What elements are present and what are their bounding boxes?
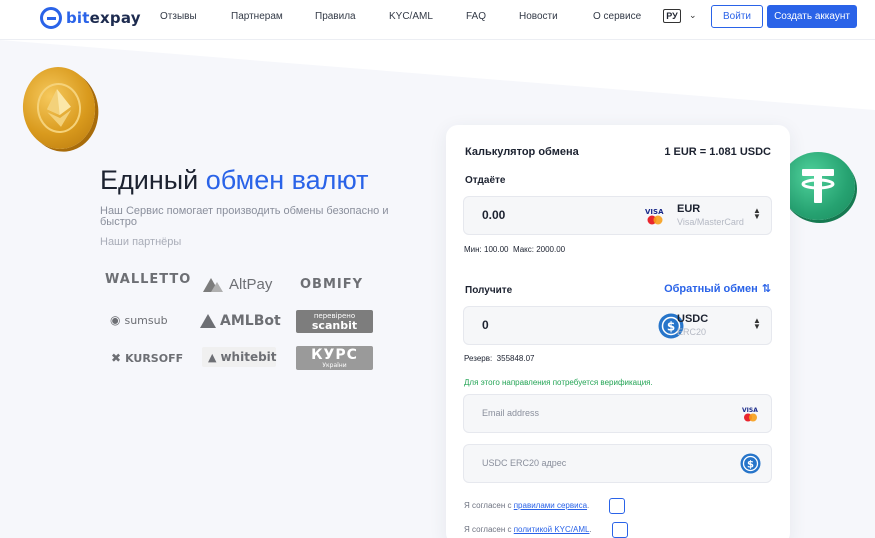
- get-field: 0 $ USDC ERC20 ▲ ▼: [463, 306, 772, 345]
- reserve-info: Резерв: 355848.07: [464, 354, 535, 363]
- give-amount-input[interactable]: 0.00: [482, 208, 505, 222]
- give-currency-code: EUR: [677, 203, 701, 215]
- email-field[interactable]: Email address VISA: [463, 394, 772, 433]
- visa-mastercard-icon: VISA: [645, 208, 664, 225]
- partner-kursoff-logo: ✖ KURSOFF: [111, 351, 184, 365]
- select-arrows-icon: ▲ ▼: [753, 206, 761, 221]
- partner-whitebit-logo: ▲ whitebit: [202, 347, 277, 367]
- nav-about[interactable]: О сервисе: [593, 11, 641, 22]
- hero-title: Единый обмен валют: [100, 165, 369, 195]
- sumsub-icon: ◉: [110, 313, 121, 327]
- top-navbar: bitexpay Отзывы Партнерам Правила KYC/AM…: [0, 0, 875, 40]
- partner-obmify-logo: OBMIFY: [300, 277, 364, 292]
- partners-title: Наши партнёры: [100, 236, 182, 248]
- get-currency-sub: ERC20: [677, 327, 707, 337]
- get-currency-code: USDC: [677, 313, 709, 325]
- agree-kyc-checkbox[interactable]: [612, 522, 628, 538]
- nav-news[interactable]: Новости: [519, 11, 558, 22]
- agree-kyc-text: Я согласен с политикой KYC/AML.: [464, 525, 592, 534]
- kursoff-icon: ✖: [111, 351, 122, 365]
- agree-rules-text: Я согласен с правилами сервиса.: [464, 501, 590, 510]
- tether-coin-icon: [781, 152, 855, 220]
- rules-link[interactable]: правилами сервиса: [514, 501, 587, 510]
- partner-altpay-logo: AltPay: [203, 276, 272, 293]
- svg-text:$: $: [747, 460, 754, 471]
- hero-subtitle: Наш Сервис помогает производить обмены б…: [100, 205, 389, 228]
- reverse-exchange-button[interactable]: Обратный обмен ⇅: [664, 282, 771, 296]
- chevron-down-icon[interactable]: ⌄: [689, 10, 697, 21]
- svg-text:$: $: [667, 320, 675, 334]
- login-button[interactable]: Войти: [711, 5, 763, 28]
- nav-reviews[interactable]: Отзывы: [160, 11, 197, 22]
- logo[interactable]: bitexpay: [40, 7, 141, 29]
- partner-amlbot-logo: AMLBot: [200, 313, 281, 329]
- give-label: Отдаёте: [465, 175, 506, 186]
- create-account-button[interactable]: Создать аккаунт: [767, 5, 857, 28]
- svg-text:VISA: VISA: [645, 208, 664, 216]
- min-max-limits: Мин: 100.00 Макс: 2000.00: [464, 245, 566, 254]
- partner-kurs-ukrainy-badge: КУРС України: [296, 346, 373, 370]
- logo-icon: [40, 7, 62, 29]
- get-label: Получите: [465, 285, 513, 296]
- partner-scanbit-badge: перевірено scanbit: [296, 310, 373, 333]
- amlbot-icon: [200, 314, 216, 328]
- exchange-rate: 1 EUR = 1.081 USDC: [664, 146, 771, 158]
- partner-sumsub-logo: ◉ sumsub: [110, 313, 168, 327]
- nav-rules[interactable]: Правила: [315, 11, 356, 22]
- partner-walletto-logo: WALLETTO: [105, 272, 192, 287]
- whitebit-icon: ▲: [208, 350, 217, 364]
- agree-rules-checkbox[interactable]: [609, 498, 625, 514]
- language-selector[interactable]: РУ: [663, 9, 681, 23]
- verification-note: Для этого направления потребуется верифи…: [464, 378, 653, 387]
- usdc-icon: $: [740, 453, 761, 474]
- nav-partners[interactable]: Партнерам: [231, 11, 283, 22]
- email-placeholder: Email address: [482, 408, 540, 418]
- visa-mastercard-icon: VISA: [742, 407, 758, 422]
- exchange-calculator-card: Калькулятор обмена 1 EUR = 1.081 USDC От…: [446, 125, 790, 538]
- give-field: 0.00 VISA EUR Visa/MasterCard ▲ ▼: [463, 196, 772, 235]
- select-arrows-icon: ▲ ▼: [753, 316, 761, 331]
- address-placeholder: USDC ERC20 адрес: [482, 458, 567, 468]
- calculator-title: Калькулятор обмена: [465, 146, 579, 158]
- altpay-icon: [203, 277, 223, 292]
- nav-kyc-aml[interactable]: KYC/AML: [389, 11, 433, 22]
- give-currency-sub: Visa/MasterCard: [677, 217, 744, 227]
- usdc-address-field[interactable]: USDC ERC20 адрес $: [463, 444, 772, 483]
- kyc-link[interactable]: политикой KYC/AML: [514, 525, 590, 534]
- logo-text: bitexpay: [66, 9, 141, 27]
- svg-text:VISA: VISA: [742, 407, 758, 414]
- swap-arrows-icon: ⇅: [761, 283, 771, 295]
- nav-faq[interactable]: FAQ: [466, 11, 486, 22]
- get-amount-input[interactable]: 0: [482, 318, 489, 332]
